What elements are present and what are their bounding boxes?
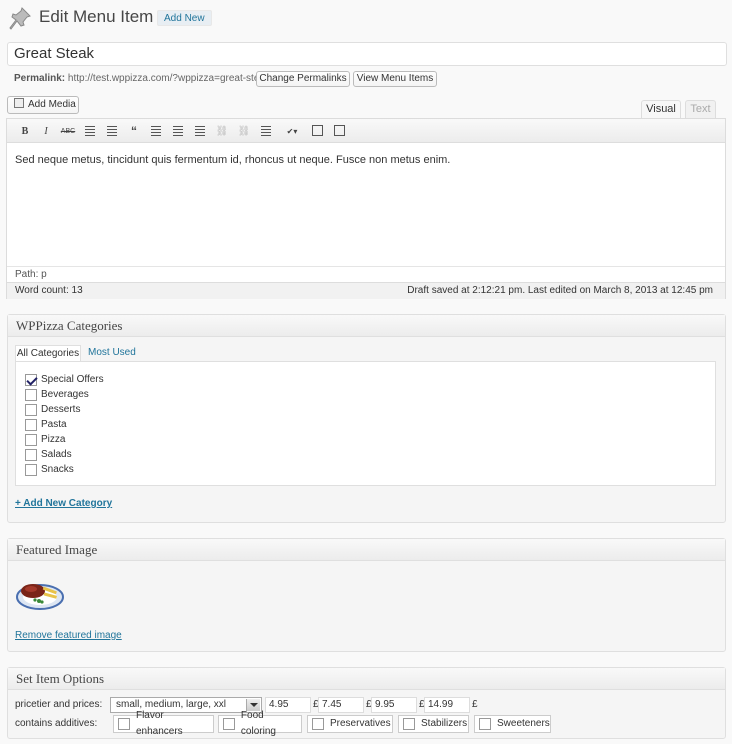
category-item[interactable]: Special Offers [25, 373, 104, 386]
additive-label: Flavor enhancers [135, 710, 183, 737]
permalink-label: Permalink: [14, 73, 66, 84]
categories-title[interactable]: WPPizza Categories [8, 315, 725, 337]
add-media-button[interactable]: Add Media [7, 96, 79, 114]
checkbox[interactable] [312, 718, 324, 730]
tab-text[interactable]: Text [685, 100, 716, 119]
additive-label: Sweeteners [497, 718, 550, 729]
category-label: Pasta [41, 419, 67, 430]
add-media-label: Add Media [28, 99, 76, 110]
checkbox[interactable] [25, 403, 37, 416]
fullscreen-icon[interactable] [312, 125, 323, 136]
category-label: Snacks [41, 464, 74, 475]
align-left-icon[interactable] [149, 124, 163, 138]
additives-label: contains additives: [15, 718, 98, 729]
editor-path: Path: p [7, 266, 725, 282]
editor-content[interactable]: Sed neque metus, tincidunt quis fermentu… [15, 154, 450, 166]
view-menu-items-button[interactable]: View Menu Items [353, 71, 437, 87]
numbered-list-icon[interactable] [105, 124, 119, 138]
category-label: Desserts [41, 404, 81, 415]
add-new-category-link[interactable]: + Add New Category [15, 498, 112, 509]
draft-status: Draft saved at 2:12:21 pm. Last edited o… [407, 285, 713, 296]
permalink-url[interactable]: http://test.wppizza.com/?wppizza=great-s… [68, 73, 270, 84]
category-item[interactable]: Salads [25, 448, 72, 461]
checkbox[interactable] [223, 718, 235, 730]
price-input[interactable]: 14.99 [424, 697, 470, 713]
category-label: Special Offers [41, 374, 104, 385]
align-right-icon[interactable] [193, 124, 207, 138]
checkbox-checked[interactable] [25, 373, 37, 386]
currency-symbol: £ [472, 699, 478, 710]
tab-all-categories[interactable]: All Categories [15, 345, 81, 362]
checkbox[interactable] [25, 418, 37, 431]
align-center-icon[interactable] [171, 124, 185, 138]
checkbox[interactable] [25, 433, 37, 446]
tab-most-used[interactable]: Most Used [88, 347, 136, 358]
additive-option[interactable]: Stabilizers [398, 715, 469, 733]
bold-icon[interactable]: B [18, 124, 32, 138]
unlink-icon[interactable]: ⛓ [237, 124, 251, 138]
blockquote-icon[interactable]: “ [127, 124, 141, 138]
category-item[interactable]: Desserts [25, 403, 80, 416]
additive-option[interactable]: Flavor enhancers [113, 710, 214, 737]
checkbox[interactable] [403, 718, 415, 730]
additive-label: Preservatives [330, 718, 391, 729]
additive-option[interactable]: Sweeteners [474, 715, 551, 733]
category-list: Special Offers Beverages Desserts Pasta … [15, 361, 716, 486]
checkbox[interactable] [479, 718, 491, 730]
price-input[interactable]: 7.45 [318, 697, 364, 713]
item-options-title[interactable]: Set Item Options [8, 668, 725, 690]
add-new-button[interactable]: Add New [157, 10, 212, 26]
category-label: Salads [41, 449, 72, 460]
italic-icon[interactable]: I [39, 124, 53, 138]
price-input[interactable]: 9.95 [371, 697, 417, 713]
change-permalinks-button[interactable]: Change Permalinks [256, 71, 350, 87]
checkbox[interactable] [25, 463, 37, 476]
checkbox[interactable] [118, 718, 130, 730]
editor-toolbar: B I ABC “ ⛓ ⛓ ✔▾ [7, 119, 725, 143]
additive-label: Food coloring [240, 710, 276, 737]
category-item[interactable]: Snacks [25, 463, 74, 476]
category-label: Beverages [41, 389, 89, 400]
kitchen-sink-icon[interactable] [334, 125, 345, 136]
pricetier-label: pricetier and prices: [15, 699, 103, 710]
spellcheck-icon[interactable]: ✔▾ [281, 124, 303, 138]
editor-status-bar: Word count: 13 Draft saved at 2:12:21 pm… [7, 282, 725, 299]
featured-image-title[interactable]: Featured Image [8, 539, 725, 561]
category-item[interactable]: Beverages [25, 388, 89, 401]
permalink: Permalink: http://test.wppizza.com/?wppi… [14, 72, 270, 86]
link-icon[interactable]: ⛓ [215, 124, 229, 138]
category-item[interactable]: Pizza [25, 433, 65, 446]
steak-thumbnail-image[interactable] [15, 576, 65, 610]
word-count: Word count: 13 [15, 285, 83, 296]
additive-label: Stabilizers [421, 718, 468, 729]
bullet-list-icon[interactable] [83, 124, 97, 138]
checkbox[interactable] [25, 448, 37, 461]
more-tag-icon[interactable] [259, 124, 273, 138]
category-label: Pizza [41, 434, 66, 445]
title-input[interactable]: Great Steak [7, 42, 727, 66]
page-title: Edit Menu Item [39, 7, 154, 26]
checkbox[interactable] [25, 388, 37, 401]
media-icon [14, 98, 24, 108]
remove-featured-image-link[interactable]: Remove featured image [15, 630, 122, 641]
pin-icon [9, 7, 31, 30]
additive-option[interactable]: Preservatives [307, 715, 393, 733]
category-item[interactable]: Pasta [25, 418, 67, 431]
additive-option[interactable]: Food coloring [218, 710, 302, 737]
tab-visual[interactable]: Visual [641, 100, 681, 119]
strikethrough-icon[interactable]: ABC [61, 124, 75, 138]
